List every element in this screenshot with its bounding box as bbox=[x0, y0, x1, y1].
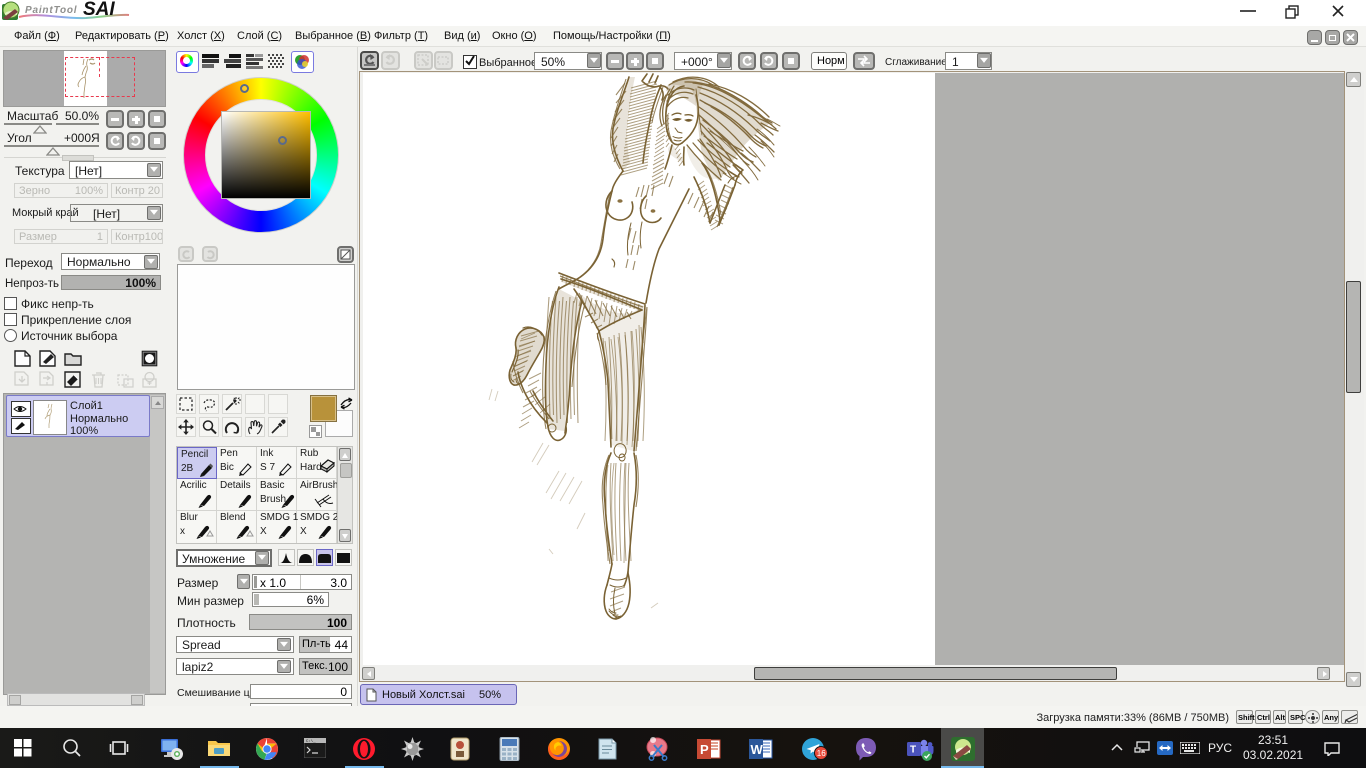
svg-text:T: T bbox=[910, 745, 916, 756]
svg-text:P: P bbox=[700, 742, 709, 757]
svg-text:16: 16 bbox=[817, 749, 826, 758]
svg-text:C:\_: C:\_ bbox=[306, 739, 316, 744]
svg-text:W: W bbox=[751, 742, 764, 757]
